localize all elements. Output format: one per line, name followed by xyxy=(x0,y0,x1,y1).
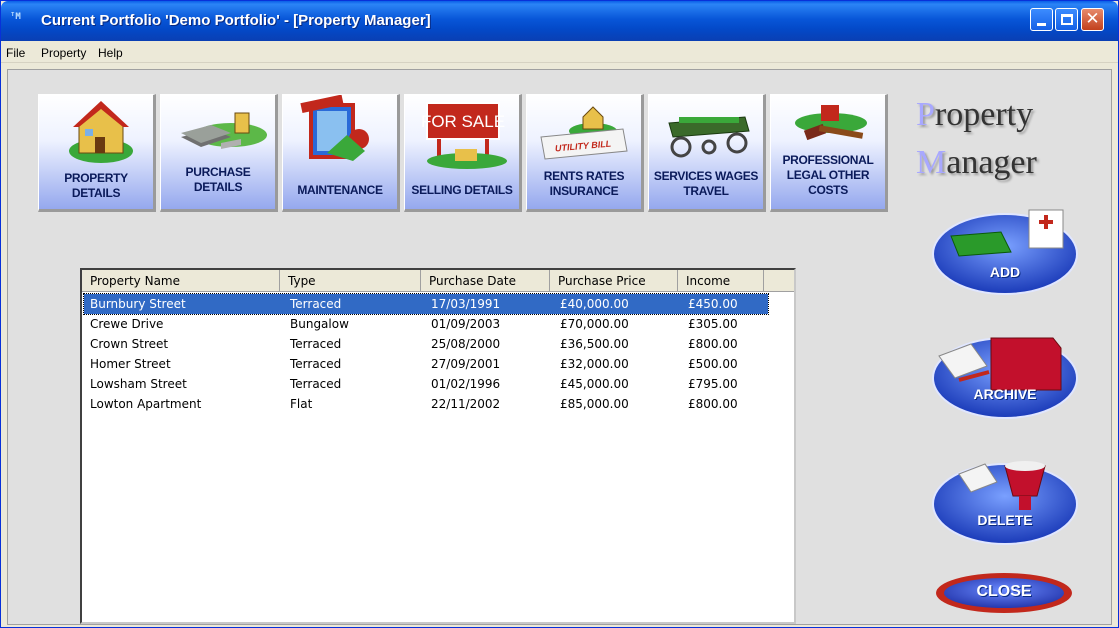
archive-label: ARCHIVE xyxy=(973,386,1037,402)
table-cell: £85,000.00 xyxy=(560,397,629,411)
table-cell: 01/09/2003 xyxy=(431,317,501,331)
table-row[interactable]: Crewe Drive Bungalow 01/09/2003 £70,000.00 £… xyxy=(84,314,768,334)
add-button[interactable]: ADD xyxy=(931,196,1079,298)
maintenance-label: MAINTENANCE xyxy=(297,183,383,197)
money-house-icon xyxy=(181,112,267,149)
close-label: CLOSE xyxy=(976,583,1032,600)
services-wages-travel-label: SERVICES WAGES TRAVEL xyxy=(653,169,759,198)
table-cell: £40,000.00 xyxy=(560,297,629,311)
rents-rates-insurance-label: RENTS RATES INSURANCE xyxy=(543,169,625,198)
table-row[interactable]: Lowsham Street Terraced 01/02/1996 £45,000.… xyxy=(84,374,768,394)
brand-rest-2: anager xyxy=(946,144,1037,181)
table-cell: Lowsham Street xyxy=(90,377,187,391)
table-cell: 17/03/1991 xyxy=(431,297,501,311)
main-window: ᵀM Current Portfolio 'Demo Portfolio' - … xyxy=(0,0,1119,628)
table-row[interactable]: Crown Street Terraced 25/08/2000 £36,500.00… xyxy=(84,334,768,354)
table-cell: 22/11/2002 xyxy=(431,397,501,411)
table-cell: Terraced xyxy=(290,337,342,351)
close-icon: ✕ xyxy=(1085,9,1100,29)
table-cell: £32,000.00 xyxy=(560,357,629,371)
table-cell: Flat xyxy=(290,397,313,411)
menu-property[interactable]: Property xyxy=(41,46,86,60)
table-cell: £795.00 xyxy=(688,377,738,391)
maintenance-button[interactable]: MAINTENANCE xyxy=(282,94,400,212)
brand-rest-1: roperty xyxy=(934,96,1034,133)
menu-file[interactable]: File xyxy=(6,46,25,60)
table-cell: £305.00 xyxy=(688,317,738,331)
archive-icon xyxy=(932,337,1078,419)
table-cell: 01/02/1996 xyxy=(431,377,501,391)
maximize-icon xyxy=(1061,14,1073,25)
table-cell: £70,000.00 xyxy=(560,317,629,331)
brand-initial-p: P xyxy=(916,96,935,133)
professional-legal-other-costs-label: PROFESSIONAL LEGAL OTHER COSTS xyxy=(782,153,874,197)
column-filler xyxy=(764,270,794,292)
table-cell: Bungalow xyxy=(290,317,349,331)
delete-label: DELETE xyxy=(977,512,1033,528)
table-cell: £800.00 xyxy=(688,397,738,411)
table-row[interactable]: Burnbury Street Terraced 17/03/1991 £40,000… xyxy=(83,293,769,315)
column-purchase-date[interactable]: Purchase Date xyxy=(421,270,550,292)
property-details-label: PROPERTY DETAILS xyxy=(64,171,128,200)
table-cell: Burnbury Street xyxy=(90,297,186,311)
selling-details-button[interactable]: FOR SALE SELLING DETAILS xyxy=(404,94,522,212)
minimize-icon xyxy=(1037,23,1046,26)
table-cell: £450.00 xyxy=(688,297,738,311)
archive-button[interactable]: ARCHIVE xyxy=(931,320,1079,422)
table-cell: Lowton Apartment xyxy=(90,397,202,411)
property-list[interactable]: Property Name Type Purchase Date Purchas… xyxy=(80,268,796,624)
maximize-button[interactable] xyxy=(1055,8,1078,31)
close-window-button[interactable]: ✕ xyxy=(1081,8,1104,31)
table-cell: Crewe Drive xyxy=(90,317,164,331)
table-cell: £45,000.00 xyxy=(560,377,629,391)
client-area: PROPERTY DETAILS PURCHASE DETAILS MAINTE… xyxy=(7,69,1112,625)
table-cell: 27/09/2001 xyxy=(431,357,501,371)
table-cell: Homer Street xyxy=(90,357,171,371)
delete-button[interactable]: DELETE xyxy=(931,446,1079,548)
column-purchase-price[interactable]: Purchase Price xyxy=(550,270,678,292)
add-label: ADD xyxy=(989,264,1021,280)
table-cell: £500.00 xyxy=(688,357,738,371)
rents-rates-insurance-button[interactable]: UTILITY BILL RENTS RATES INSURANCE xyxy=(526,94,644,212)
list-header: Property Name Type Purchase Date Purchas… xyxy=(82,270,794,292)
table-cell: £36,500.00 xyxy=(560,337,629,351)
window-title: Current Portfolio 'Demo Portfolio' - [Pr… xyxy=(41,12,431,29)
title-bar[interactable]: ᵀM Current Portfolio 'Demo Portfolio' - … xyxy=(1,1,1118,41)
table-cell: Terraced xyxy=(290,377,342,391)
selling-details-label: SELLING DETAILS xyxy=(411,183,513,197)
table-cell: Terraced xyxy=(290,297,342,311)
column-property-name[interactable]: Property Name xyxy=(82,270,280,292)
add-icon xyxy=(932,209,1078,295)
menu-help[interactable]: Help xyxy=(98,46,123,60)
close-button[interactable]: CLOSE xyxy=(933,569,1075,617)
app-icon: ᵀM xyxy=(10,12,21,22)
professional-legal-other-costs-button[interactable]: PROFESSIONAL LEGAL OTHER COSTS xyxy=(770,94,888,212)
table-cell: Crown Street xyxy=(90,337,169,351)
purchase-details-label: PURCHASE DETAILS xyxy=(185,165,251,194)
table-row[interactable]: Lowton Apartment Flat 22/11/2002 £85,000.00… xyxy=(84,394,768,414)
menu-bar: File Property Help xyxy=(1,41,1118,63)
property-details-button[interactable]: PROPERTY DETAILS xyxy=(38,94,156,212)
table-cell: £800.00 xyxy=(688,337,738,351)
purchase-details-button[interactable]: PURCHASE DETAILS xyxy=(160,94,278,212)
table-cell: 25/08/2000 xyxy=(431,337,501,351)
table-row[interactable]: Homer Street Terraced 27/09/2001 £32,000.00… xyxy=(84,354,768,374)
for-sale-text: FOR SALE xyxy=(421,112,505,131)
column-type[interactable]: Type xyxy=(280,270,421,292)
services-wages-travel-button[interactable]: SERVICES WAGES TRAVEL xyxy=(648,94,766,212)
column-income[interactable]: Income xyxy=(678,270,764,292)
delete-icon xyxy=(932,461,1078,545)
minimize-button[interactable] xyxy=(1030,8,1053,31)
brand-initial-m: M xyxy=(916,144,947,181)
brand-logo: Property Manager xyxy=(916,96,1076,196)
table-cell: Terraced xyxy=(290,357,342,371)
